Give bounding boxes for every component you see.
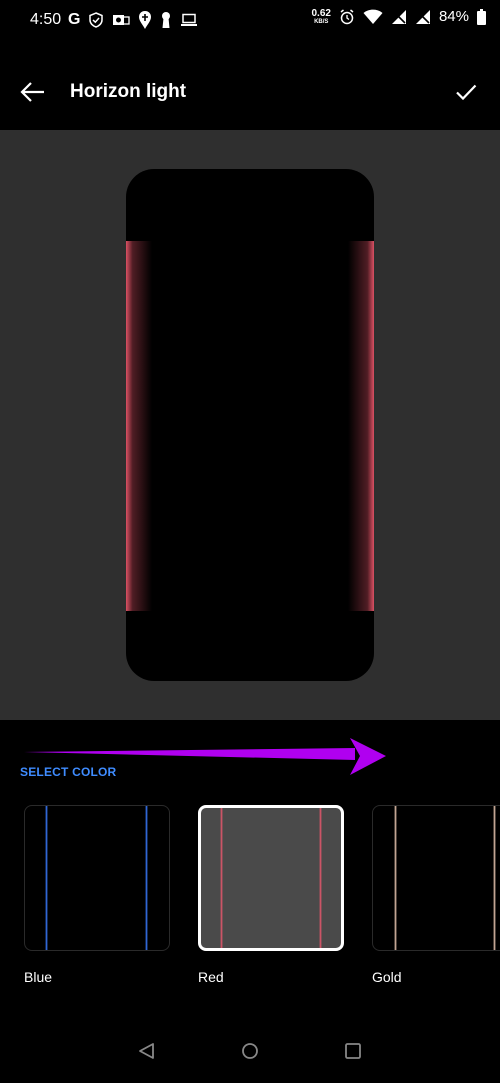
annotation-arrow-shaft xyxy=(24,748,355,760)
horizon-glow-left xyxy=(126,241,152,611)
color-option-blue-label: Blue xyxy=(24,969,53,985)
swatch-line-left xyxy=(45,806,48,950)
keyhole-icon xyxy=(162,12,171,28)
swatch-line-right xyxy=(319,808,322,948)
wifi-icon xyxy=(363,9,383,24)
battery-percent: 84% xyxy=(438,8,469,25)
net-speed: 0.62 KB/S xyxy=(311,7,331,25)
signal-off-icon-2 xyxy=(415,9,430,24)
nav-home-icon[interactable] xyxy=(241,1042,259,1060)
system-status-icons: 0.62 KB/S 84% xyxy=(311,7,486,25)
swatch-line-left xyxy=(394,806,397,950)
shield-check-icon xyxy=(89,12,104,28)
select-color-label: SELECT COLOR xyxy=(20,765,117,779)
battery-icon xyxy=(477,8,486,25)
back-arrow-icon[interactable] xyxy=(20,80,46,104)
system-nav-bar xyxy=(0,1020,500,1083)
nav-back-icon[interactable] xyxy=(138,1042,156,1060)
app-bar: Horizon light xyxy=(0,40,500,130)
color-option-red-label: Red xyxy=(198,969,224,985)
google-icon: G xyxy=(68,11,81,28)
annotation-arrow-head xyxy=(350,738,386,775)
swatch-line-right xyxy=(493,806,496,950)
color-option-red[interactable] xyxy=(198,805,344,951)
horizon-glow-right xyxy=(348,241,374,611)
swatch-line-left xyxy=(220,808,223,948)
alarm-icon xyxy=(340,8,354,24)
phone-preview xyxy=(126,169,374,681)
page-title: Horizon light xyxy=(70,81,187,102)
status-time: 4:50 xyxy=(30,11,62,28)
color-option-blue[interactable] xyxy=(24,805,170,951)
confirm-check-icon[interactable] xyxy=(454,80,478,104)
status-bar: 4:50 G 0.62 KB/S 84% xyxy=(0,0,500,40)
preview-area xyxy=(0,130,500,720)
signal-off-icon xyxy=(391,9,406,24)
color-option-gold-label: Gold xyxy=(372,969,402,985)
outlook-icon xyxy=(113,15,131,25)
laptop-icon xyxy=(181,13,198,26)
nav-recents-icon[interactable] xyxy=(344,1042,362,1060)
color-option-gold[interactable] xyxy=(372,805,500,951)
notification-icons: G xyxy=(68,10,198,30)
swiggy-icon xyxy=(139,11,152,29)
swatch-line-right xyxy=(145,806,148,950)
